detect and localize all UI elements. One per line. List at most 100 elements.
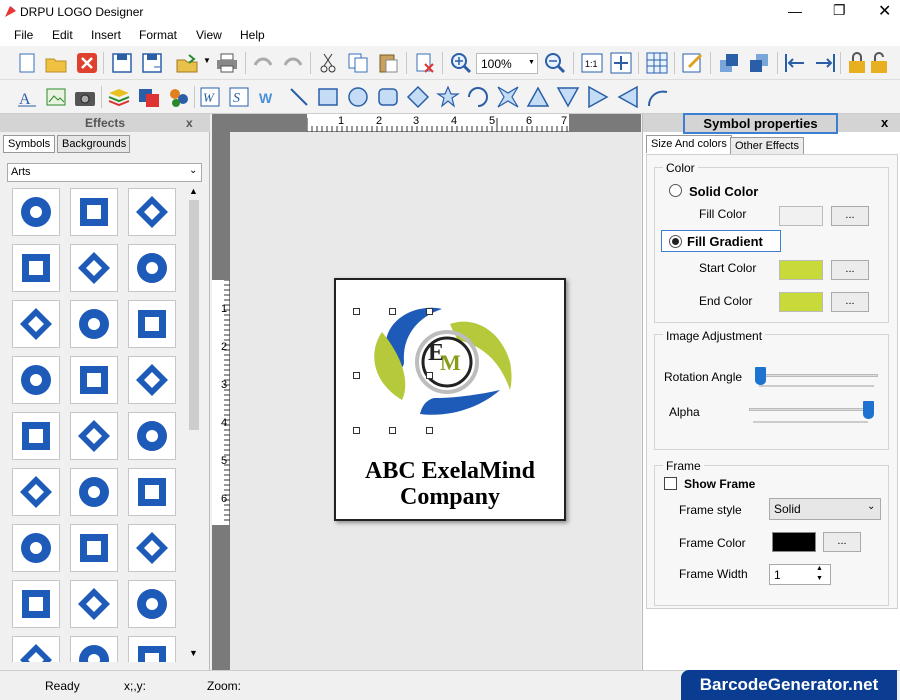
frame-color-picker-button[interactable]: ... [823,532,861,552]
line-tool-icon[interactable] [287,85,311,109]
menu-help[interactable]: Help [240,28,265,42]
symbol-thumbnail[interactable] [12,188,60,236]
end-color-swatch[interactable] [779,292,823,312]
redo-icon[interactable] [281,51,305,75]
symbol-thumbnail[interactable] [70,580,118,628]
symbol-thumbnail[interactable] [70,412,118,460]
minimize-icon[interactable]: — [788,3,802,19]
triangle-up-tool-icon[interactable] [526,85,550,109]
selection-handle[interactable] [426,372,433,379]
tab-size-and-colors[interactable]: Size And colors [646,135,732,153]
unlock-icon[interactable] [867,51,891,75]
solid-color-label[interactable]: Solid Color [689,184,758,199]
rounded-rect-tool-icon[interactable] [376,85,400,109]
maximize-icon[interactable]: ❐ [833,2,846,19]
frame-width-stepper[interactable]: 1 ▲ ▼ [769,564,831,585]
zoom-out-icon[interactable] [543,51,567,75]
symbol-thumbnail[interactable] [128,468,176,516]
symbol-thumbnail[interactable] [128,580,176,628]
show-frame-label[interactable]: Show Frame [684,477,755,491]
image-tool-icon[interactable] [44,85,68,109]
word-art-icon[interactable]: W [198,85,222,109]
cut-icon[interactable] [316,51,340,75]
symbol-thumbnail[interactable] [70,188,118,236]
stepper-up-icon[interactable]: ▲ [816,565,823,572]
export-icon[interactable] [175,51,199,75]
symbol-thumbnail[interactable] [128,244,176,292]
symbol-thumbnail[interactable] [128,524,176,572]
triangle-down-tool-icon[interactable] [556,85,580,109]
menu-insert[interactable]: Insert [91,28,121,42]
solid-color-radio[interactable] [669,184,682,197]
symbol-thumbnail[interactable] [12,412,60,460]
diamond-tool-icon[interactable] [406,85,430,109]
selection-handle[interactable] [426,308,433,315]
ellipse-tool-icon[interactable] [346,85,370,109]
grid-icon[interactable] [645,51,669,75]
tab-symbols[interactable]: Symbols [3,135,56,153]
symbol-thumbnail[interactable] [70,356,118,404]
menu-view[interactable]: View [196,28,222,42]
start-color-swatch[interactable] [779,260,823,280]
properties-icon[interactable] [681,51,705,75]
menu-format[interactable]: Format [139,28,177,42]
symbol-thumbnail[interactable] [12,636,60,662]
send-back-icon[interactable] [747,51,771,75]
symbol-thumbnail[interactable] [128,412,176,460]
effects-close-icon[interactable]: x [186,114,193,132]
symbol-thumbnail[interactable] [128,300,176,348]
layers-icon[interactable] [107,85,131,109]
selection-handle[interactable] [353,372,360,379]
save-icon[interactable] [110,51,134,75]
curve-tool-icon[interactable] [646,85,670,109]
fill-gradient-option[interactable]: Fill Gradient [661,230,781,252]
symbol-thumbnail[interactable] [70,524,118,572]
rotation-angle-slider-thumb[interactable] [755,367,766,385]
frame-color-swatch[interactable] [772,532,816,552]
arc-tool-icon[interactable] [466,85,490,109]
alpha-slider-thumb[interactable] [863,401,874,419]
symbol-thumbnail[interactable] [12,244,60,292]
lock-icon[interactable] [845,51,869,75]
category-select[interactable]: Arts ⌄ [7,163,202,182]
text-tool-icon[interactable]: A [15,85,39,109]
show-frame-checkbox[interactable] [664,477,677,490]
menu-edit[interactable]: Edit [52,28,73,42]
symbol-scrollbar[interactable]: ▲ ▼ [187,186,201,662]
delete-icon[interactable] [413,51,437,75]
new-file-icon[interactable] [15,51,39,75]
zoom-in-icon[interactable] [449,51,473,75]
fill-gradient-radio[interactable] [669,235,682,248]
close-file-icon[interactable] [75,51,99,75]
export-dropdown-icon[interactable]: ▼ [203,56,211,65]
selection-handle[interactable] [426,427,433,434]
signature-icon[interactable]: S [227,85,251,109]
wave-text-icon[interactable]: W [257,85,281,109]
symbol-thumbnail[interactable] [128,636,176,662]
symbol-thumbnail[interactable] [70,300,118,348]
align-left-icon[interactable] [783,51,807,75]
tab-backgrounds[interactable]: Backgrounds [57,135,130,153]
frame-style-select[interactable]: Solid ⌄ [769,498,881,520]
symbol-thumbnail[interactable] [70,636,118,662]
undo-icon[interactable] [251,51,275,75]
align-right-icon[interactable] [813,51,837,75]
scroll-down-icon[interactable]: ▼ [189,648,198,658]
logo-text-line1[interactable]: ABC ExelaMind [336,458,564,484]
menu-file[interactable]: File [14,28,33,42]
scroll-up-icon[interactable]: ▲ [189,186,198,196]
selection-handle[interactable] [389,427,396,434]
triangle-left-tool-icon[interactable] [616,85,640,109]
selection-handle[interactable] [389,308,396,315]
symbol-thumbnail[interactable] [128,356,176,404]
copy-icon[interactable] [346,51,370,75]
symbol-thumbnail[interactable] [70,468,118,516]
scroll-thumb[interactable] [189,200,199,430]
symbol-thumbnail[interactable] [12,300,60,348]
symbol-thumbnail[interactable] [128,188,176,236]
print-icon[interactable] [215,51,239,75]
selection-handle[interactable] [353,308,360,315]
zoom-select[interactable]: 100% ▼ [476,53,538,74]
star-tool-icon[interactable] [436,85,460,109]
rotation-angle-track[interactable] [755,374,878,377]
